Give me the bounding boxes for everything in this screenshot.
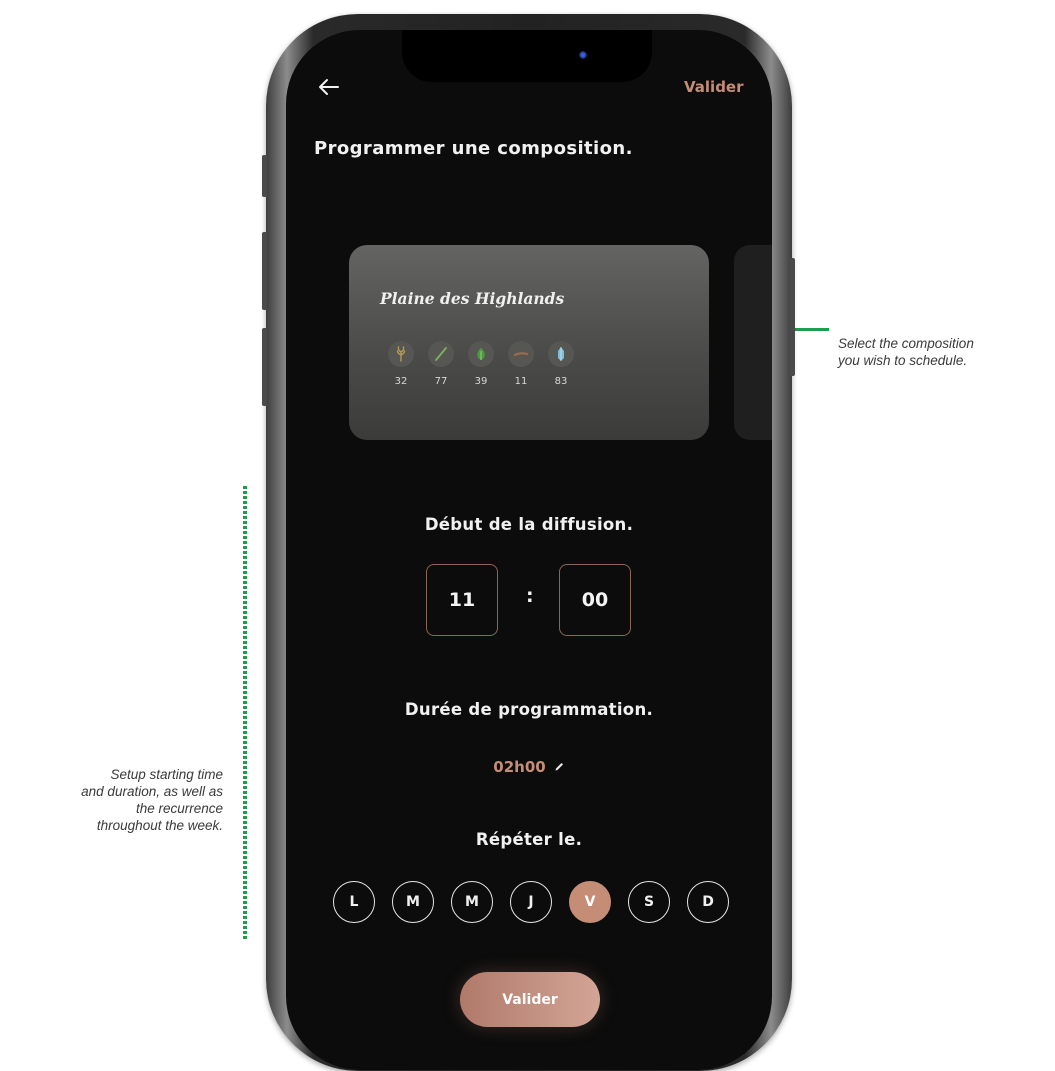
crystal-icon [548,341,574,367]
arrow-left-icon[interactable] [316,76,342,98]
hours-input[interactable]: 11 [426,564,498,636]
day-wednesday[interactable]: M [451,881,493,923]
validate-button[interactable]: Valider [460,972,600,1027]
day-sunday[interactable]: D [687,881,729,923]
day-monday[interactable]: L [333,881,375,923]
annotation-line: throughout the week. [96,818,223,833]
power-button [790,258,795,376]
ingredient-item: 83 [547,341,575,387]
repeat-label: Répéter le. [475,830,583,849]
camera-icon [579,51,587,59]
day-friday[interactable]: V [569,881,611,923]
weekday-selector: L M M J V S D [333,881,729,923]
annotation-dotted-bar [243,486,247,940]
time-separator: : [526,585,534,607]
header-validate-link[interactable]: Valider [684,78,744,96]
minutes-input[interactable]: 00 [559,564,631,636]
annotation-line: and duration, as well as [81,784,223,799]
page-title: Programmer une composition. [314,138,633,159]
ingredient-item: 77 [427,341,455,387]
ingredient-value: 83 [554,376,568,387]
duration-value: 02h00 [493,758,546,776]
annotation-setup-time: Setup starting time and duration, as wel… [4,766,223,834]
notch [402,30,652,82]
ingredient-item: 39 [467,341,495,387]
wood-icon [508,341,534,367]
ingredient-list: 32 77 39 11 83 [387,341,575,387]
annotation-line: Setup starting time [110,767,223,782]
composition-title: Plaine des Highlands [380,289,565,308]
pencil-icon [554,758,565,776]
day-tuesday[interactable]: M [392,881,434,923]
annotation-select-composition: Select the composition you wish to sched… [838,335,1053,369]
annotation-line: Select the composition [838,336,974,351]
ingredient-item: 32 [387,341,415,387]
volume-up-button [262,232,267,310]
composition-card[interactable]: Plaine des Highlands 32 77 39 11 83 [349,245,709,440]
annotation-line: you wish to schedule. [838,353,968,368]
wheat-icon [388,341,414,367]
next-composition-card[interactable] [734,245,772,440]
ingredient-value: 11 [514,376,528,387]
day-thursday[interactable]: J [510,881,552,923]
ingredient-value: 32 [394,376,408,387]
day-saturday[interactable]: S [628,881,670,923]
leaf-icon [428,341,454,367]
start-time-label: Début de la diffusion. [424,515,634,534]
silent-switch [262,155,267,197]
volume-down-button [262,328,267,406]
ingredient-value: 39 [474,376,488,387]
duration-edit[interactable]: 02h00 [286,758,772,776]
annotation-line: the recurrence [135,801,223,816]
duration-label: Durée de programmation. [404,700,654,719]
ingredient-value: 77 [434,376,448,387]
phone-screen: Valider Programmer une composition. Plai… [286,30,772,1070]
herb-icon [468,341,494,367]
ingredient-item: 11 [507,341,535,387]
